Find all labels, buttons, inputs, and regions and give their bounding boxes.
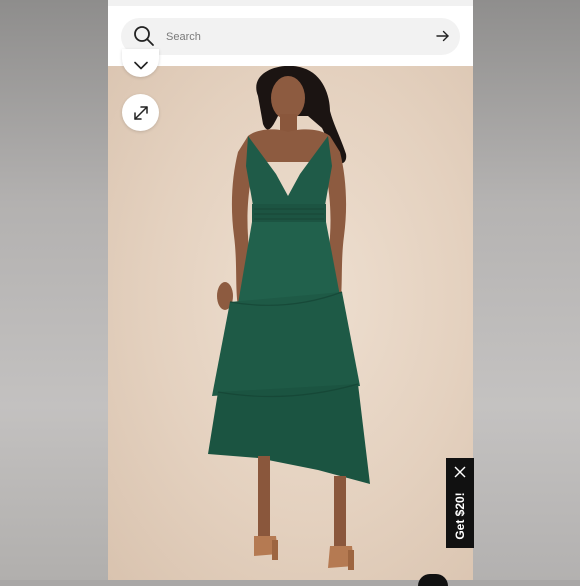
blurred-backdrop-right xyxy=(473,0,580,580)
promo-label[interactable]: Get $20! xyxy=(453,492,467,539)
chat-bubble-edge[interactable] xyxy=(418,574,448,586)
search-input[interactable] xyxy=(164,26,408,48)
promo-tab[interactable]: Get $20! xyxy=(446,458,474,548)
search-bar[interactable] xyxy=(121,18,460,55)
blurred-backdrop-left xyxy=(0,0,108,580)
fullscreen-button[interactable] xyxy=(122,94,159,131)
arrow-right-icon[interactable] xyxy=(436,29,450,43)
top-bar xyxy=(108,0,473,66)
product-photo xyxy=(108,49,473,580)
phone-screen xyxy=(108,0,473,580)
expand-arrows-icon xyxy=(133,105,148,120)
model-dress-image xyxy=(208,65,370,570)
chevron-down-icon xyxy=(133,62,148,70)
search-icon[interactable] xyxy=(133,25,155,47)
close-icon[interactable] xyxy=(453,465,467,479)
